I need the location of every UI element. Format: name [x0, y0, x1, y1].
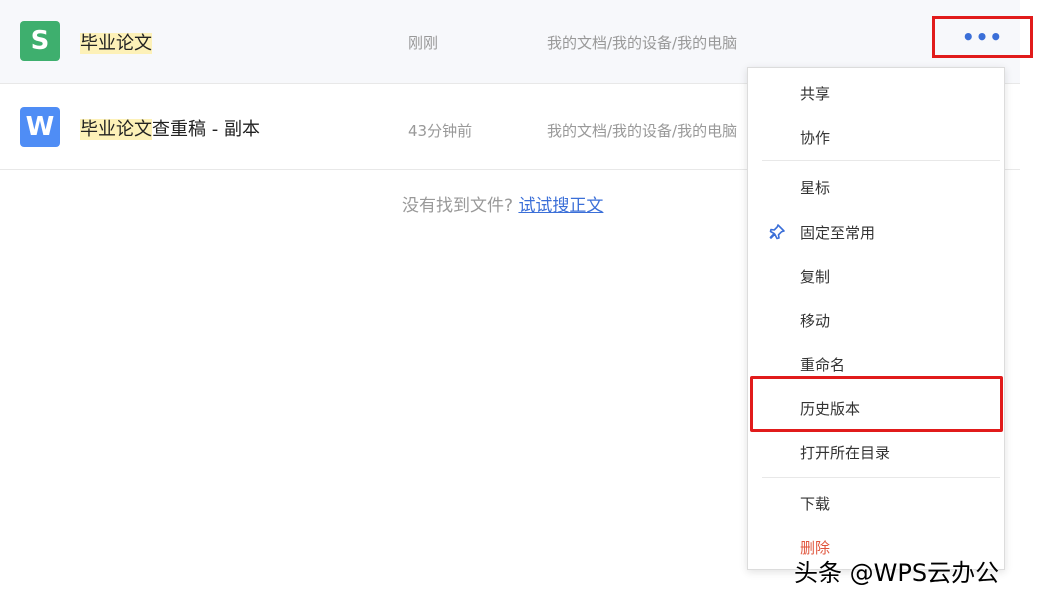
file-path: 我的文档/我的设备/我的电脑	[547, 122, 738, 140]
pin-icon	[769, 224, 785, 240]
wps-spreadsheet-icon: S	[20, 21, 60, 61]
hint-text: 没有找到文件?	[402, 196, 514, 216]
menu-item-label: 协作	[800, 129, 831, 147]
history-highlight-box	[750, 376, 1003, 432]
wps-writer-icon: W	[20, 107, 60, 147]
file-time: 43分钟前	[408, 122, 473, 140]
file-name-highlight: 毕业论文	[80, 33, 152, 54]
menu-item-label: 复制	[800, 268, 831, 286]
more-button[interactable]: •••	[932, 16, 1033, 58]
menu-divider	[762, 477, 1000, 478]
menu-divider	[762, 160, 1000, 161]
search-content-link[interactable]: 试试搜正文	[518, 196, 603, 216]
file-path: 我的文档/我的设备/我的电脑	[547, 34, 738, 52]
menu-item-label: 打开所在目录	[800, 444, 891, 462]
context-menu: 共享 协作 星标 固定至常用 复制 移动 重命名 历史版本 打开所在目录 下载 …	[747, 67, 1005, 570]
file-time: 刚刚	[408, 34, 439, 52]
file-name-highlight: 毕业论文	[80, 119, 152, 140]
menu-item-label: 重命名	[800, 356, 846, 374]
file-name-rest: 查重稿 - 副本	[152, 119, 260, 140]
not-found-hint: 没有找到文件? 试试搜正文	[402, 191, 603, 216]
menu-item-label: 共享	[800, 85, 831, 103]
watermark: 头条 @WPS云办公	[794, 559, 1000, 587]
file-name[interactable]: 毕业论文查重稿 - 副本	[80, 115, 260, 141]
file-name[interactable]: 毕业论文	[80, 29, 152, 55]
menu-item-label: 固定至常用	[800, 224, 876, 242]
menu-item-label: 星标	[800, 179, 831, 197]
menu-item-label: 移动	[800, 312, 831, 330]
more-dots-icon: •••	[961, 25, 1004, 49]
menu-item-label: 下载	[800, 495, 831, 513]
